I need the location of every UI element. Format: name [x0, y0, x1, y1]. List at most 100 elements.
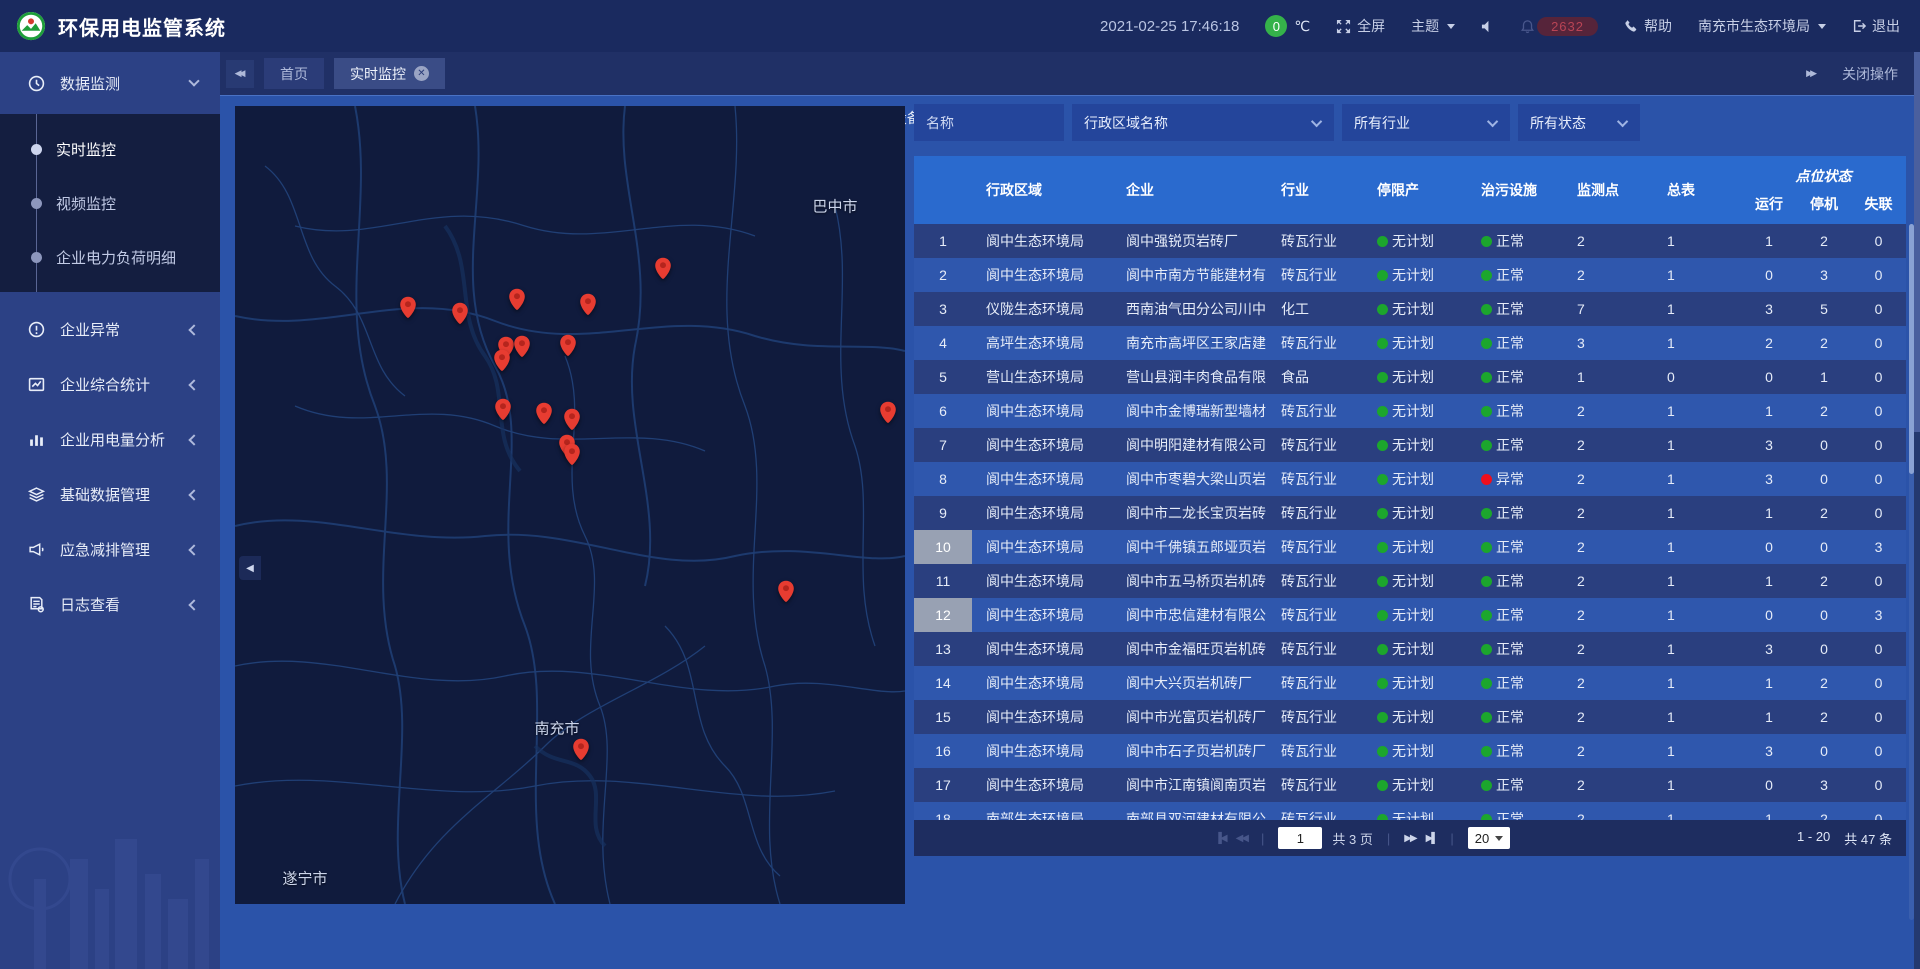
table-row[interactable]: 7 阆中生态环境局 阆中明阳建材有限公司 砖瓦行业 无计划 正常 2 1 3 0…: [914, 428, 1906, 462]
sidebar-item-power-usage-analysis[interactable]: 企业用电量分析: [0, 412, 220, 467]
sidebar-item-power-load-detail[interactable]: 企业电力负荷明细: [0, 230, 220, 284]
region-select[interactable]: 行政区域名称: [1072, 104, 1334, 141]
sidebar-item-realtime-monitoring[interactable]: 实时监控: [0, 122, 220, 176]
cell-run-count: 1: [1741, 573, 1797, 589]
page-number-input[interactable]: [1278, 827, 1322, 849]
status-dot-icon: [1377, 610, 1388, 621]
org-dropdown[interactable]: 南充市生态环境局: [1698, 16, 1826, 36]
cell-region: 阆中生态环境局: [972, 673, 1112, 693]
cell-halt-count: 0: [1797, 539, 1851, 555]
status-select[interactable]: 所有状态: [1518, 104, 1640, 141]
cell-stop-status: 无计划: [1363, 333, 1467, 353]
sidebar-item-emergency-reduction[interactable]: 应急减排管理: [0, 522, 220, 577]
logout-button[interactable]: 退出: [1852, 16, 1900, 36]
notifications-button[interactable]: 2632: [1520, 17, 1598, 36]
cell-monitor-count: 2: [1563, 811, 1653, 820]
mute-button[interactable]: [1481, 20, 1494, 33]
status-dot-icon: [1481, 338, 1492, 349]
page-size-select[interactable]: 20: [1468, 827, 1510, 849]
tab-close-icon[interactable]: ✕: [414, 66, 429, 81]
table-row[interactable]: 5 营山生态环境局 营山县润丰肉食品有限 食品 无计划 正常 1 0 0 1 0: [914, 360, 1906, 394]
first-page-button[interactable]: ▐◀: [1215, 833, 1226, 844]
fullscreen-icon: [1336, 19, 1351, 34]
prev-page-button[interactable]: ◀◀: [1236, 833, 1247, 844]
table-row[interactable]: 11 阆中生态环境局 阆中市五马桥页岩机砖 砖瓦行业 无计划 正常 2 1 1 …: [914, 564, 1906, 598]
brand: 环保用电监管系统: [0, 11, 420, 41]
cell-company: 营山县润丰肉食品有限: [1112, 367, 1267, 387]
table-row[interactable]: 12 阆中生态环境局 阆中市忠信建材有限公 砖瓦行业 无计划 正常 2 1 0 …: [914, 598, 1906, 632]
map-pin[interactable]: [879, 401, 897, 424]
close-operations-button[interactable]: 关闭操作: [1842, 64, 1898, 84]
map-pin[interactable]: [451, 302, 469, 325]
map-pin[interactable]: [654, 257, 672, 280]
table-row[interactable]: 15 阆中生态环境局 阆中市光富页岩机砖厂 砖瓦行业 无计划 正常 2 1 1 …: [914, 700, 1906, 734]
tabs-scroll-right-button[interactable]: ▶▶: [1806, 68, 1814, 79]
table-row[interactable]: 10 阆中生态环境局 阆中千佛镇五郎垭页岩 砖瓦行业 无计划 正常 2 1 0 …: [914, 530, 1906, 564]
next-page-button[interactable]: ▶▶: [1404, 833, 1415, 844]
map-pin[interactable]: [508, 288, 526, 311]
help-button[interactable]: 帮助: [1624, 16, 1672, 36]
cell-company: 阆中市南方节能建材有: [1112, 265, 1267, 285]
cell-seq: 16: [914, 734, 972, 768]
cell-lost-count: 0: [1851, 777, 1906, 793]
industry-select[interactable]: 所有行业: [1342, 104, 1510, 141]
sidebar-item-data-monitoring[interactable]: 数据监测: [0, 52, 220, 114]
sidebar-item-base-data-management[interactable]: 基础数据管理: [0, 467, 220, 522]
table-row[interactable]: 1 阆中生态环境局 阆中强锐页岩砖厂 砖瓦行业 无计划 正常 2 1 1 2 0: [914, 224, 1906, 258]
table-row[interactable]: 4 高坪生态环境局 南充市高坪区王家店建 砖瓦行业 无计划 正常 3 1 2 2…: [914, 326, 1906, 360]
cell-region: 阆中生态环境局: [972, 571, 1112, 591]
map-pin[interactable]: [563, 408, 581, 431]
table-row[interactable]: 8 阆中生态环境局 阆中市枣碧大梁山页岩 砖瓦行业 无计划 异常 2 1 3 0…: [914, 462, 1906, 496]
header-point-status-group: 点位状态 运行 停机 失联: [1741, 166, 1906, 214]
name-search-input[interactable]: [914, 104, 1064, 141]
sidebar-collapse-handle[interactable]: ◀: [239, 556, 261, 580]
cell-industry: 砖瓦行业: [1267, 401, 1363, 421]
map-pin[interactable]: [559, 334, 577, 357]
cell-halt-count: 2: [1797, 505, 1851, 521]
theme-dropdown[interactable]: 主题: [1411, 16, 1455, 36]
record-total: 共 47 条: [1844, 829, 1892, 848]
table-row[interactable]: 3 仪陇生态环境局 西南油气田分公司川中 化工 无计划 正常 7 1 3 5 0: [914, 292, 1906, 326]
table-row[interactable]: 18 南部生态环境局 南部县双河建材有限公 砖瓦行业 无计划 正常 2 1 1 …: [914, 802, 1906, 820]
fullscreen-button[interactable]: 全屏: [1336, 16, 1385, 36]
table-row[interactable]: 16 阆中生态环境局 阆中市石子页岩机砖厂 砖瓦行业 无计划 正常 2 1 3 …: [914, 734, 1906, 768]
cell-monitor-count: 2: [1563, 709, 1653, 725]
map-pin[interactable]: [513, 335, 531, 358]
map-pin[interactable]: [399, 296, 417, 319]
map-panel[interactable]: ◀ 巴中市南充市遂宁市: [235, 106, 905, 904]
table-row[interactable]: 9 阆中生态环境局 阆中市二龙长宝页岩砖 砖瓦行业 无计划 正常 2 1 1 2…: [914, 496, 1906, 530]
header-monitor: 监测点: [1563, 180, 1653, 200]
status-dot-icon: [1481, 406, 1492, 417]
map-pin[interactable]: [494, 398, 512, 421]
cell-industry: 砖瓦行业: [1267, 809, 1363, 820]
last-page-button[interactable]: ▶▌: [1426, 833, 1437, 844]
tabs-scroll-left-button[interactable]: ◀◀: [226, 60, 254, 88]
map-city-label: 遂宁市: [282, 868, 327, 889]
map-pin[interactable]: [777, 580, 795, 603]
tab-home[interactable]: 首页: [264, 58, 324, 89]
map-pin[interactable]: [572, 738, 590, 761]
sidebar-item-video-monitoring[interactable]: 视频监控: [0, 176, 220, 230]
sidebar-item-enterprise-statistics[interactable]: 企业综合统计: [0, 357, 220, 412]
cell-company: 阆中市光富页岩机砖厂: [1112, 707, 1267, 727]
cell-lost-count: 0: [1851, 301, 1906, 317]
tab-realtime-monitoring[interactable]: 实时监控 ✕: [334, 58, 445, 89]
cell-halt-count: 0: [1797, 607, 1851, 623]
sidebar-item-log-view[interactable]: 日志查看: [0, 577, 220, 632]
table-row[interactable]: 6 阆中生态环境局 阆中市金博瑞新型墙材 砖瓦行业 无计划 正常 2 1 1 2…: [914, 394, 1906, 428]
cell-halt-count: 1: [1797, 369, 1851, 385]
map-pin[interactable]: [563, 443, 581, 466]
window-scrollbar[interactable]: [1914, 52, 1920, 969]
sidebar-item-enterprise-abnormal[interactable]: 企业异常: [0, 302, 220, 357]
map-pin[interactable]: [535, 402, 553, 425]
cell-region: 阆中生态环境局: [972, 503, 1112, 523]
map-pin[interactable]: [579, 293, 597, 316]
table-row[interactable]: 14 阆中生态环境局 阆中大兴页岩机砖厂 砖瓦行业 无计划 正常 2 1 1 2…: [914, 666, 1906, 700]
table-row[interactable]: 17 阆中生态环境局 阆中市江南镇阆南页岩 砖瓦行业 无计划 正常 2 1 0 …: [914, 768, 1906, 802]
table-row[interactable]: 13 阆中生态环境局 阆中市金福旺页岩机砖 砖瓦行业 无计划 正常 2 1 3 …: [914, 632, 1906, 666]
status-dot-icon: [1377, 712, 1388, 723]
table-row[interactable]: 2 阆中生态环境局 阆中市南方节能建材有 砖瓦行业 无计划 正常 2 1 0 3…: [914, 258, 1906, 292]
layers-icon: [28, 486, 45, 503]
map-pin[interactable]: [493, 349, 511, 372]
cell-facility-status: 正常: [1467, 673, 1563, 693]
